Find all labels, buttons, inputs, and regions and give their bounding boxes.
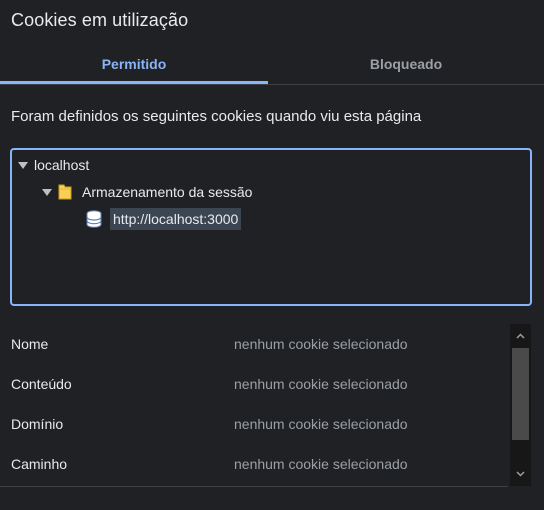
tab-bar: Permitido Bloqueado [0,44,544,85]
scrollbar-thumb[interactable] [512,348,529,440]
detail-row-caminho: Caminho nenhum cookie selecionado [0,444,508,484]
tab-bloqueado[interactable]: Bloqueado [268,44,544,84]
divider [0,486,508,487]
cookie-tree[interactable]: localhost Armazenamento da sessão http:/… [10,148,532,306]
scroll-down-arrow-icon[interactable] [510,466,531,482]
detail-value: nenhum cookie selecionado [234,416,408,432]
expand-triangle-icon[interactable] [42,188,52,196]
detail-value: nenhum cookie selecionado [234,336,408,352]
detail-row-dominio: Domínio nenhum cookie selecionado [0,404,508,444]
folder-icon [58,184,72,200]
detail-label: Domínio [11,416,64,432]
cookie-details: Nome nenhum cookie selecionado Conteúdo … [0,324,508,486]
expand-triangle-icon[interactable] [18,161,28,169]
scroll-up-arrow-icon[interactable] [510,328,531,344]
tree-item-label: http://localhost:3000 [110,208,242,230]
database-icon [86,210,102,228]
tree-item-localhost[interactable]: localhost [18,153,89,177]
dialog-title: Cookies em utilização [11,10,189,30]
tree-item-session-storage[interactable]: Armazenamento da sessão [42,180,252,204]
detail-value: nenhum cookie selecionado [234,456,408,472]
detail-label: Caminho [11,456,68,472]
tree-item-localhost-3000[interactable]: http://localhost:3000 [86,207,242,231]
detail-value: nenhum cookie selecionado [234,376,408,392]
tree-item-label: Armazenamento da sessão [82,184,253,200]
cookies-description: Foram definidos os seguintes cookies qua… [11,108,422,125]
detail-row-conteudo: Conteúdo nenhum cookie selecionado [0,364,508,404]
tab-permitido[interactable]: Permitido [0,44,268,84]
detail-label: Conteúdo [11,376,72,392]
detail-label: Nome [11,336,49,352]
details-scrollbar[interactable] [510,324,531,486]
detail-row-nome: Nome nenhum cookie selecionado [0,324,508,364]
cookies-dialog: Cookies em utilização Permitido Bloquead… [0,0,544,510]
tree-item-label: localhost [34,157,90,173]
